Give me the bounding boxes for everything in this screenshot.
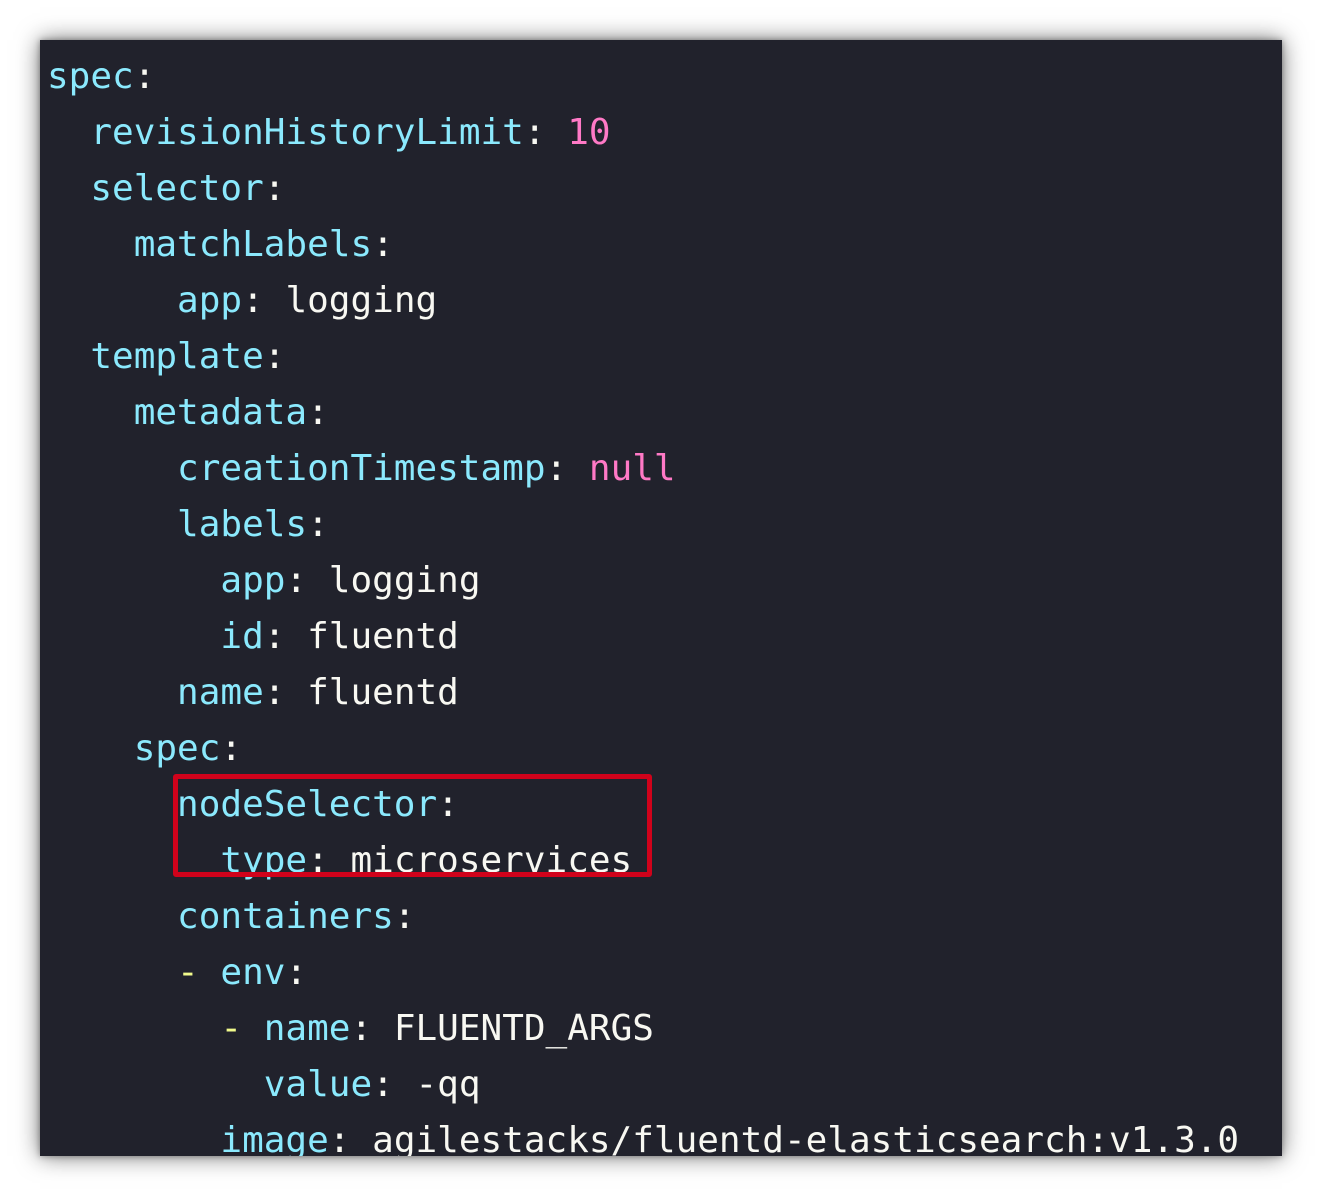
yaml-value: FLUENTD_ARGS <box>393 1008 654 1049</box>
yaml-key: app <box>220 560 286 601</box>
key-colon: : <box>307 392 329 433</box>
code-line: template: <box>47 329 1239 385</box>
yaml-key: value <box>263 1064 373 1105</box>
list-dash: - <box>220 1008 264 1049</box>
yaml-key: env <box>220 952 286 993</box>
code-line: creationTimestamp: null <box>47 441 1239 497</box>
key-colon: : <box>263 672 286 713</box>
key-colon: : <box>263 336 286 377</box>
yaml-value: logging <box>285 280 438 321</box>
key-colon: : <box>393 896 416 937</box>
yaml-key: metadata <box>133 392 308 433</box>
yaml-key: labels <box>177 504 308 545</box>
key-colon: : <box>242 280 264 321</box>
yaml-value: fluentd <box>307 672 459 713</box>
yaml-key: app <box>177 280 243 321</box>
yaml-key: revisionHistoryLimit <box>90 112 524 153</box>
code-line: image: agilestacks/fluentd-elasticsearch… <box>47 1113 1239 1156</box>
code-line: spec: <box>47 49 1239 105</box>
yaml-key: id <box>220 616 264 657</box>
code-line: id: fluentd <box>47 609 1239 665</box>
yaml-key: matchLabels <box>133 224 373 265</box>
code-line: revisionHistoryLimit: 10 <box>47 105 1239 161</box>
yaml-key: type <box>220 840 308 881</box>
code-line: - name: FLUENTD_ARGS <box>47 1001 1239 1057</box>
yaml-value: logging <box>328 560 481 601</box>
code-line: labels: <box>47 497 1239 553</box>
yaml-value: 10 <box>567 112 611 153</box>
code-line: name: fluentd <box>47 665 1239 721</box>
key-colon: : <box>307 840 329 881</box>
yaml-key: name <box>177 672 264 713</box>
list-dash: - <box>177 952 221 993</box>
key-colon: : <box>372 224 394 265</box>
code-line: type: microservices <box>47 833 1239 889</box>
code-screenshot-window: spec: revisionHistoryLimit: 10 selector:… <box>40 40 1282 1156</box>
key-colon: : <box>220 728 243 769</box>
key-colon: : <box>285 952 308 993</box>
key-colon: : <box>328 1120 351 1156</box>
code-line: nodeSelector: <box>47 777 1239 833</box>
code-line: metadata: <box>47 385 1239 441</box>
code-line: value: -qq <box>47 1057 1239 1113</box>
key-colon: : <box>307 504 329 545</box>
key-colon: : <box>263 616 286 657</box>
yaml-key: creationTimestamp <box>177 448 546 489</box>
key-colon: : <box>350 1008 373 1049</box>
yaml-value: null <box>588 448 676 489</box>
yaml-key: spec <box>47 56 134 97</box>
yaml-key: spec <box>133 728 221 769</box>
yaml-key: selector <box>90 168 264 209</box>
yaml-code-block: spec: revisionHistoryLimit: 10 selector:… <box>47 49 1239 1156</box>
key-colon: : <box>523 112 546 153</box>
code-line: app: logging <box>47 553 1239 609</box>
key-colon: : <box>437 784 459 825</box>
code-line: app: logging <box>47 273 1239 329</box>
yaml-key: image <box>220 1120 329 1156</box>
yaml-value: agilestacks/fluentd-elasticsearch:v1.3.0 <box>372 1120 1240 1156</box>
yaml-key: template <box>90 336 264 377</box>
yaml-value: -qq <box>415 1064 481 1105</box>
code-line: - env: <box>47 945 1239 1001</box>
code-line: containers: <box>47 889 1239 945</box>
key-colon: : <box>133 56 156 97</box>
key-colon: : <box>285 560 308 601</box>
yaml-key: name <box>263 1008 351 1049</box>
code-line: spec: <box>47 721 1239 777</box>
key-colon: : <box>545 448 568 489</box>
yaml-value: microservices <box>350 840 633 881</box>
yaml-value: fluentd <box>307 616 459 657</box>
yaml-key: containers <box>177 896 394 937</box>
code-line: matchLabels: <box>47 217 1239 273</box>
key-colon: : <box>372 1064 394 1105</box>
key-colon: : <box>263 168 286 209</box>
yaml-key: nodeSelector <box>177 784 438 825</box>
code-line: selector: <box>47 161 1239 217</box>
